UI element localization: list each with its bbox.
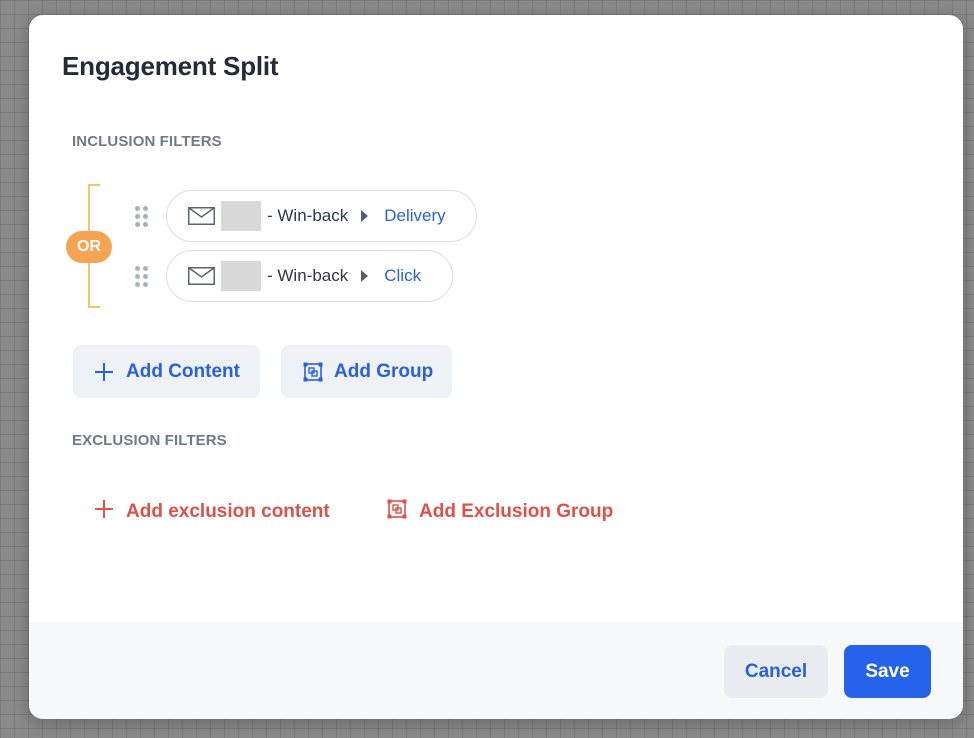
add-content-label: Add Content xyxy=(126,360,240,382)
redacted-campaign-name xyxy=(221,261,261,291)
inclusion-filters-label: INCLUSION FILTERS xyxy=(72,133,222,150)
filter-event-link[interactable]: Delivery xyxy=(384,206,445,226)
engagement-split-modal: Engagement Split INCLUSION FILTERS OR - … xyxy=(29,15,963,719)
filter-event-link[interactable]: Click xyxy=(384,266,421,286)
plus-icon xyxy=(94,499,114,525)
caret-right-icon xyxy=(361,210,369,222)
modal-title: Engagement Split xyxy=(62,51,279,81)
envelope-icon xyxy=(188,267,215,285)
add-group-button[interactable]: Add Group xyxy=(281,345,452,398)
add-exclusion-group-button[interactable]: Add Exclusion Group xyxy=(387,499,613,525)
filter-campaign-name: - Win-back xyxy=(267,206,349,225)
save-button[interactable]: Save xyxy=(844,645,931,698)
add-content-button[interactable]: Add Content xyxy=(73,345,260,398)
caret-right-icon xyxy=(361,270,369,282)
exclusion-filters-label: EXCLUSION FILTERS xyxy=(72,432,227,449)
add-group-label: Add Group xyxy=(334,360,434,382)
or-operator-badge[interactable]: OR xyxy=(66,231,112,263)
cancel-button[interactable]: Cancel xyxy=(724,645,828,698)
envelope-icon xyxy=(188,207,215,225)
drag-handle-icon[interactable] xyxy=(135,206,149,228)
inclusion-filter-pill[interactable]: - Win-back Click xyxy=(166,250,453,302)
add-exclusion-content-label: Add exclusion content xyxy=(126,501,330,522)
add-exclusion-content-button[interactable]: Add exclusion content xyxy=(94,499,330,525)
drag-handle-icon[interactable] xyxy=(135,266,149,288)
filter-campaign-name: - Win-back xyxy=(267,266,349,285)
group-icon xyxy=(387,499,407,525)
add-exclusion-group-label: Add Exclusion Group xyxy=(419,501,614,522)
plus-icon xyxy=(94,362,114,382)
redacted-campaign-name xyxy=(221,201,261,231)
inclusion-filter-pill[interactable]: - Win-back Delivery xyxy=(166,190,477,242)
group-icon xyxy=(303,362,323,382)
modal-footer: Cancel Save xyxy=(29,622,963,719)
